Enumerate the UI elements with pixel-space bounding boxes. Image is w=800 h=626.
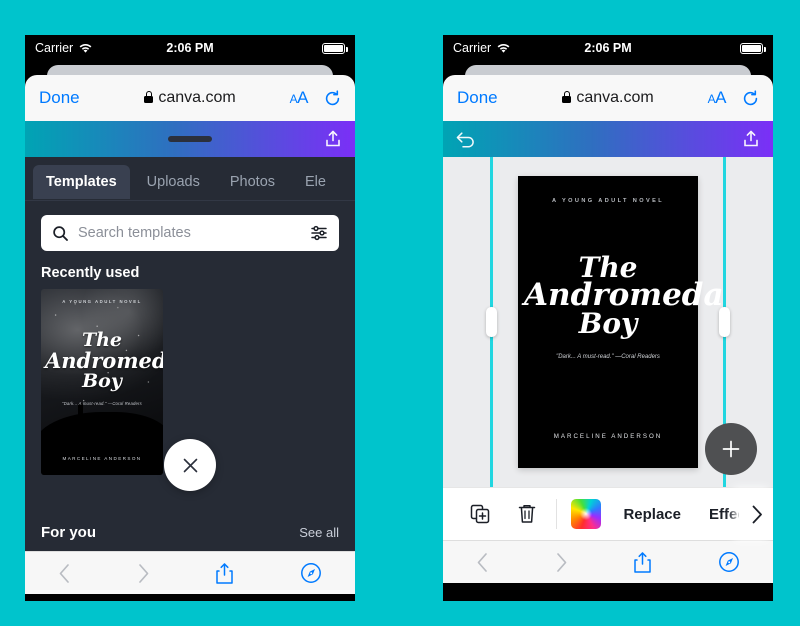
thumb-title: The Andromeda Boy <box>45 330 163 392</box>
thumb-title-line2: Andromeda <box>45 348 163 374</box>
figure-silhouette <box>77 402 83 427</box>
back-icon[interactable] <box>58 563 71 584</box>
resize-handle-left[interactable] <box>486 307 497 337</box>
url-text: canva.com <box>158 89 236 106</box>
cover-title: The Andromeda Boy <box>524 254 724 340</box>
delete-button[interactable] <box>504 488 551 540</box>
status-bar-left: Carrier 2:06 PM <box>25 35 355 61</box>
share-icon[interactable] <box>215 562 234 585</box>
url-text-right: canva.com <box>576 89 654 106</box>
drag-handle[interactable] <box>168 136 212 142</box>
forward-icon[interactable] <box>555 552 568 573</box>
share-upload-icon[interactable] <box>741 129 761 149</box>
cover-quote: "Dark... A must-read." —Coral Readers <box>556 354 660 360</box>
see-all-link[interactable]: See all <box>299 525 339 540</box>
battery-icon-right <box>740 42 766 54</box>
chevron-right-icon <box>752 505 762 523</box>
compass-icon[interactable] <box>300 562 322 584</box>
replace-button[interactable]: Replace <box>609 506 695 523</box>
search-icon <box>52 225 69 242</box>
thumb-quote: "Dark... A must-read." —Coral Readers <box>62 401 142 406</box>
lock-icon <box>562 91 572 103</box>
share-icon[interactable] <box>633 551 652 574</box>
sheet-backdrop-right <box>443 61 773 89</box>
canva-panel: Templates Uploads Photos Ele Search temp… <box>25 157 355 551</box>
tab-uploads[interactable]: Uploads <box>134 165 213 199</box>
horizon-shape <box>41 411 163 475</box>
sheet-backdrop <box>25 61 355 89</box>
tab-elements[interactable]: Ele <box>292 165 339 199</box>
carrier-label-right: Carrier <box>453 41 492 55</box>
selection-guide-left <box>486 157 497 487</box>
compass-icon[interactable] <box>718 551 740 573</box>
template-thumbnail[interactable]: A YOUNG ADULT NOVEL The Andromeda Boy "D… <box>41 289 163 475</box>
undo-icon[interactable] <box>455 130 476 148</box>
carrier-label: Carrier <box>35 41 74 55</box>
text-size-button[interactable]: AA <box>290 88 309 108</box>
editor-canvas[interactable]: A YOUNG ADULT NOVEL The Andromeda Boy "D… <box>443 157 773 487</box>
carrier-group: Carrier <box>35 41 93 55</box>
safari-bottom-toolbar-left <box>25 551 355 594</box>
element-edit-toolbar: Replace Effects <box>443 487 773 540</box>
safari-toolbar-right: Done canva.com AA <box>443 75 773 121</box>
wifi-icon <box>496 43 511 54</box>
duplicate-button[interactable] <box>457 488 504 540</box>
trash-icon <box>517 503 537 525</box>
phone-left: Carrier 2:06 PM Done canva.com AA Templa… <box>25 35 355 601</box>
cover-kicker: A YOUNG ADULT NOVEL <box>551 198 665 204</box>
back-icon[interactable] <box>476 552 489 573</box>
safari-bottom-toolbar-right <box>443 540 773 583</box>
filter-sliders-icon[interactable] <box>310 224 328 242</box>
forward-icon[interactable] <box>137 563 150 584</box>
lock-icon <box>144 91 154 103</box>
thumb-title-line3: Boy <box>82 369 122 392</box>
toolbar-divider <box>556 499 557 529</box>
close-icon <box>183 458 197 472</box>
cover-title-line3: Boy <box>578 307 638 340</box>
done-button[interactable]: Done <box>39 88 80 108</box>
canva-app-bar-left <box>25 121 355 157</box>
tab-photos[interactable]: Photos <box>217 165 288 199</box>
duplicate-icon <box>469 503 491 525</box>
panel-tabs: Templates Uploads Photos Ele <box>25 157 355 201</box>
plus-icon <box>722 440 740 458</box>
search-input[interactable]: Search templates <box>41 215 339 251</box>
share-upload-icon[interactable] <box>323 129 343 149</box>
search-area: Search templates <box>25 201 355 261</box>
add-button[interactable] <box>705 423 757 475</box>
color-button[interactable] <box>563 488 610 540</box>
text-size-button-right[interactable]: AA <box>708 88 727 108</box>
close-button[interactable] <box>164 439 216 491</box>
reload-icon[interactable] <box>742 89 759 107</box>
cover-author: MARCELINE ANDERSON <box>553 433 663 440</box>
tab-templates[interactable]: Templates <box>33 164 130 199</box>
book-cover-design[interactable]: A YOUNG ADULT NOVEL The Andromeda Boy "D… <box>518 176 724 468</box>
status-bar-right: Carrier 2:06 PM <box>443 35 773 61</box>
safari-toolbar-left: Done canva.com AA <box>25 75 355 121</box>
thumb-kicker: A YOUNG ADULT NOVEL <box>62 299 142 304</box>
search-placeholder: Search templates <box>78 225 191 241</box>
done-button-right[interactable]: Done <box>457 88 498 108</box>
battery-icon <box>322 42 348 54</box>
more-options-button[interactable] <box>739 488 773 540</box>
thumb-author: MARCELINE ANDERSON <box>62 456 142 461</box>
reload-icon[interactable] <box>324 89 341 107</box>
color-wheel-icon <box>571 499 602 529</box>
recently-used-heading: Recently used <box>41 265 140 281</box>
for-you-row: For you See all <box>25 516 355 551</box>
canva-app-bar-right <box>443 121 773 157</box>
carrier-group-right: Carrier <box>453 41 511 55</box>
wifi-icon <box>78 43 93 54</box>
for-you-heading: For you <box>41 524 96 541</box>
phone-right: Carrier 2:06 PM Done canva.com AA A YOUN… <box>443 35 773 601</box>
